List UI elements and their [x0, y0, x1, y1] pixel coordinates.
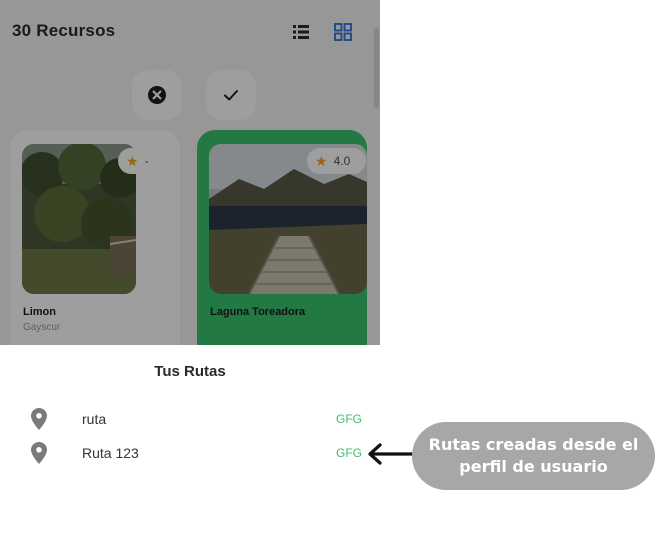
callout-line-1: Rutas creadas desde el: [428, 435, 639, 454]
star-icon: ★: [315, 152, 328, 169]
rating-badge: ★ -: [118, 148, 173, 174]
callout-line-2: perfil de usuario: [459, 457, 608, 476]
grid-view-icon[interactable]: [332, 21, 354, 43]
check-icon: [224, 90, 238, 101]
scrollbar[interactable]: [374, 28, 379, 108]
resource-card-laguna-toreadora[interactable]: ★ 4.0 Laguna Toreadora: [197, 130, 367, 360]
confirm-button[interactable]: [206, 70, 256, 120]
resource-card-limon[interactable]: ★ - Limon Gayscur: [10, 130, 180, 360]
resource-subtitle: Gayscur: [23, 322, 61, 333]
close-circle-icon: [148, 86, 166, 104]
top-bar: 30 Recursos: [0, 12, 380, 52]
route-tag: GFG: [336, 412, 362, 426]
resources-screen: 30 Recursos ★ - Limon Gayscur ★ 4.0 Lagu…: [0, 0, 380, 360]
routes-bottom-sheet: Tus Rutas ruta GFG Ruta 123 GFG: [0, 345, 380, 558]
list-view-icon[interactable]: [290, 21, 312, 43]
resource-name: Laguna Toreadora: [210, 306, 306, 318]
resource-label: Recursos: [36, 21, 116, 40]
rating-badge: ★ 4.0: [307, 148, 366, 174]
resource-name: Limon: [23, 306, 56, 318]
discard-button[interactable]: [132, 70, 182, 120]
arrow-left-icon: [368, 443, 414, 465]
location-pin-icon: [31, 442, 47, 464]
route-name: ruta: [82, 411, 107, 427]
sheet-title: Tus Rutas: [154, 363, 226, 380]
star-icon: ★: [126, 152, 139, 169]
route-item[interactable]: Ruta 123 GFG: [0, 433, 380, 473]
annotation-callout: Rutas creadas desde el perfil de usuario: [412, 422, 655, 490]
route-name: Ruta 123: [82, 445, 139, 461]
route-tag: GFG: [336, 446, 362, 460]
page-title: 30 Recursos: [12, 21, 115, 41]
rating-value: -: [144, 154, 149, 168]
location-pin-icon: [31, 408, 47, 430]
resource-count: 30: [12, 21, 32, 40]
phone-screen: 30 Recursos ★ - Limon Gayscur ★ 4.0 Lagu…: [0, 0, 380, 558]
rating-value: 4.0: [333, 154, 351, 168]
